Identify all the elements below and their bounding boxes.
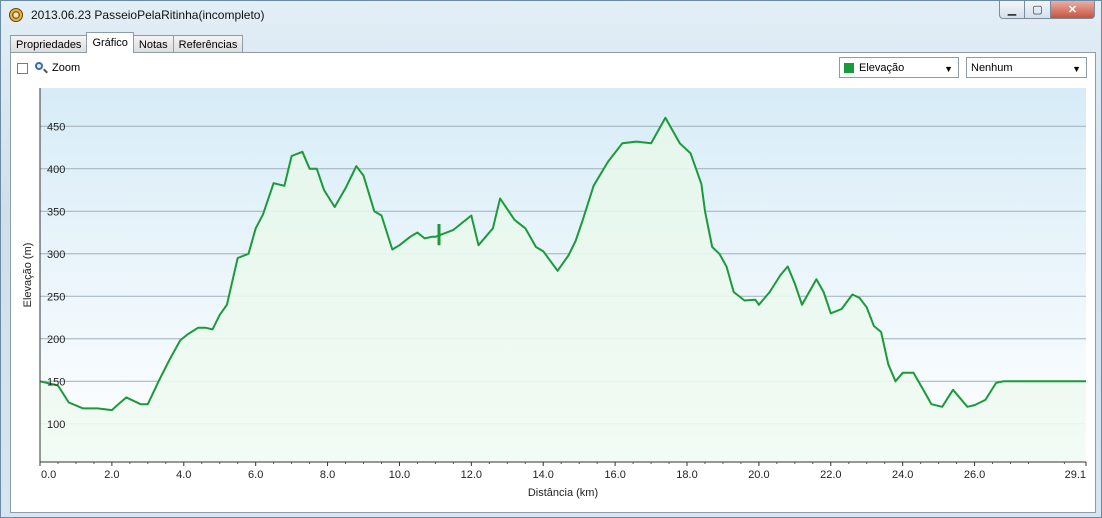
tab-referencias[interactable]: Referências [172,35,244,53]
x-tick-label: 0.0 [41,469,56,481]
zoom-checkbox[interactable] [17,62,28,74]
minimize-button[interactable]: ▁ [999,1,1025,19]
y-tick-label: 300 [47,249,65,261]
tab-notas[interactable]: Notas [132,35,174,53]
x-tick-label: 10.0 [389,469,410,481]
maximize-button[interactable]: ▢ [1025,1,1051,19]
app-window: 2013.06.23 PasseioPelaRitinha(incompleto… [0,0,1102,518]
secondary-select-value: Nenhum [971,61,1013,74]
x-tick-label: 22.0 [820,469,841,481]
y-tick-label: 450 [47,121,65,133]
tab-grafico[interactable]: Gráfico [86,32,134,53]
title-bar[interactable]: 2013.06.23 PasseioPelaRitinha(incompleto… [1,1,1101,31]
x-tick-label: 4.0 [176,469,191,481]
maximize-icon: ▢ [1032,4,1043,16]
y-tick-label: 100 [47,419,65,431]
x-tick-label: 16.0 [604,469,625,481]
y-tick-label: 400 [47,164,65,176]
y-tick-label: 350 [47,206,65,218]
magnifier-icon [34,61,48,75]
series-color-swatch [844,62,854,73]
y-tick-label: 200 [47,334,65,346]
x-tick-label: 14.0 [533,469,554,481]
x-axis-title: Distância (km) [528,487,598,499]
minimize-icon: ▁ [1007,4,1017,16]
close-icon: ✕ [1067,4,1078,16]
secondary-series-select[interactable]: Nenhum ▼ [966,57,1087,78]
zoom-toggle[interactable]: Zoom [17,61,80,75]
window-title: 2013.06.23 PasseioPelaRitinha(incompleto… [31,8,265,22]
elevation-chart[interactable]: 100 150 200 250 300 350 400 450 0.0 2.0 4.0 6.0 8.0 1… [11,83,1095,513]
close-button[interactable]: ✕ [1051,1,1095,19]
chevron-down-icon: ▼ [1072,64,1081,74]
chevron-down-icon: ▼ [944,64,953,74]
zoom-label: Zoom [52,62,81,74]
series-select-value: Elevação [859,61,905,74]
y-axis-title: Elevação (m) [22,243,34,308]
y-tick-label: 150 [47,376,65,388]
x-tick-label: 12.0 [461,469,482,481]
chart-panel: Zoom Elevação ▼ Nenhum ▼ 100 150 200 250… [10,52,1096,513]
x-tick-label: 8.0 [320,469,335,481]
window-controls: ▁ ▢ ✕ [999,1,1095,21]
tab-propriedades[interactable]: Propriedades [10,35,88,53]
x-tick-label: 18.0 [676,469,697,481]
x-tick-label: 2.0 [104,469,119,481]
tab-bar: Propriedades Gráfico Notas Referências [10,32,244,53]
x-tick-label: 20.0 [748,469,769,481]
x-tick-label: 6.0 [248,469,263,481]
app-icon [9,8,23,22]
x-tick-label: 24.0 [892,469,913,481]
y-tick-label: 250 [47,291,65,303]
x-tick-label: 26.0 [964,469,985,481]
x-tick-label: 29.1 [1065,469,1086,481]
series-select[interactable]: Elevação ▼ [839,57,959,78]
